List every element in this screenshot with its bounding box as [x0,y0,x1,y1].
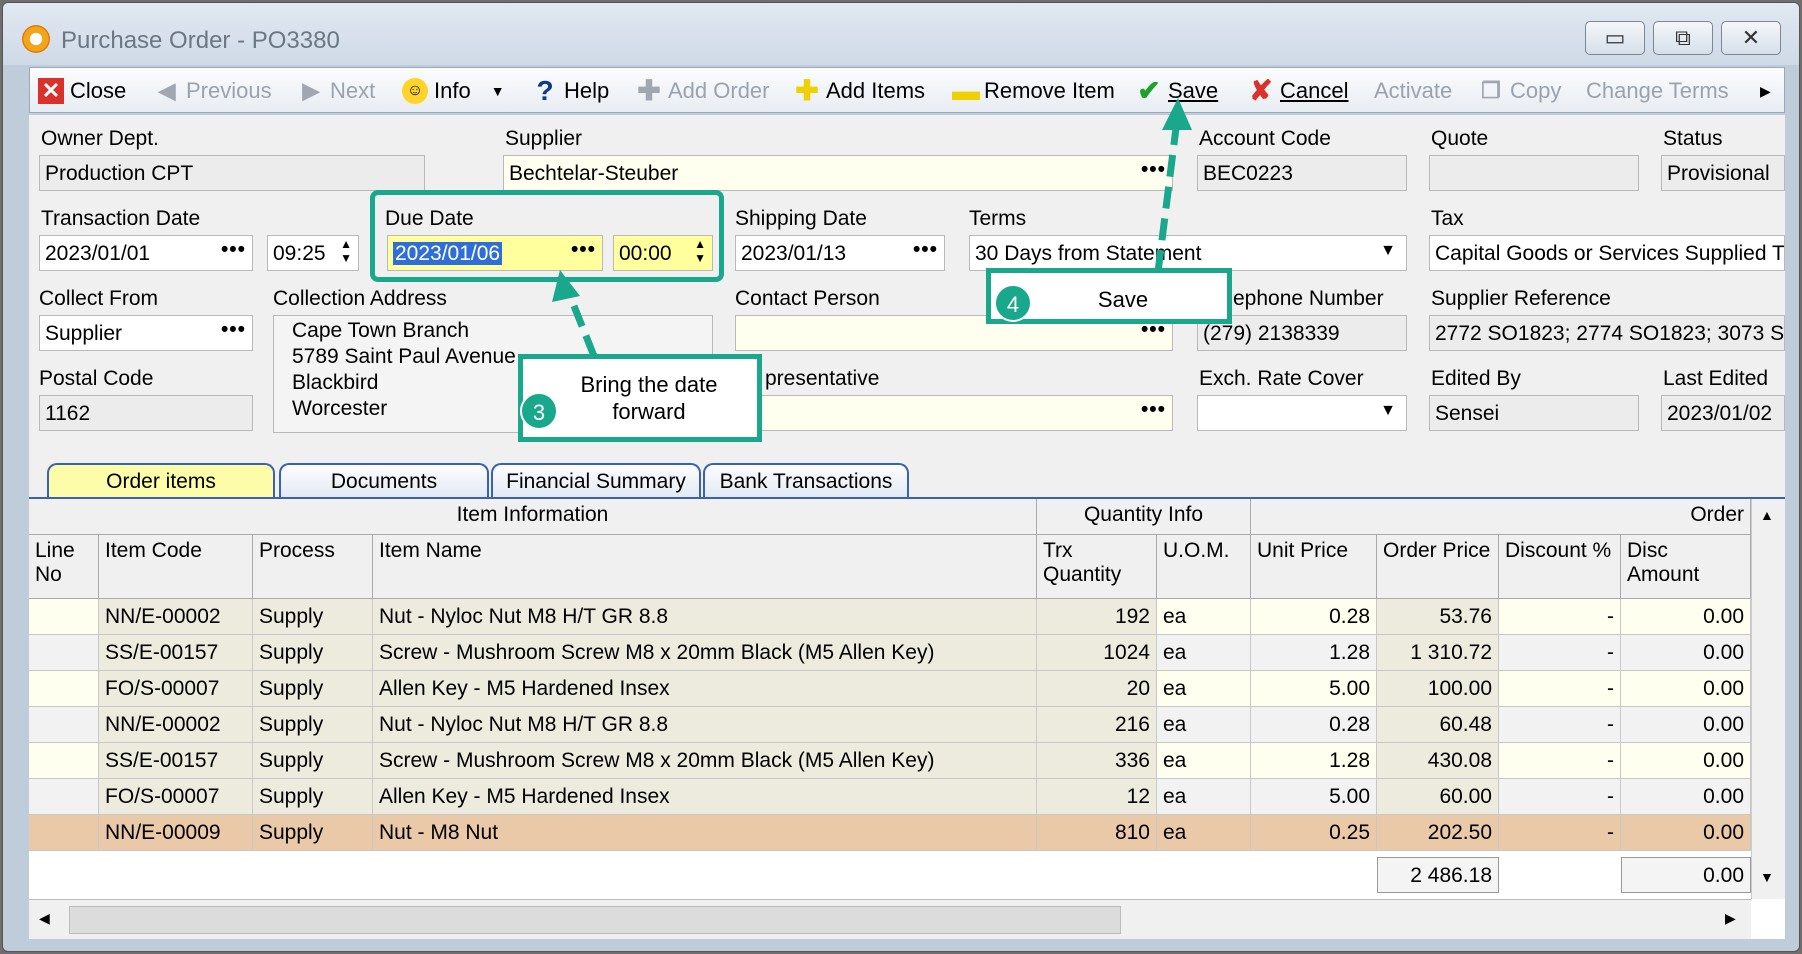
step-3-callout: Bring the date forward [518,354,762,442]
step-3-badge: 3 [520,392,558,430]
arrow-line-4 [1154,127,1180,273]
arrow-head-3 [552,270,580,302]
step-4-badge: 4 [994,284,1032,322]
callout-arrows [552,98,1192,358]
arrow-line-3 [566,294,598,358]
arrow-head-4 [1162,98,1192,130]
